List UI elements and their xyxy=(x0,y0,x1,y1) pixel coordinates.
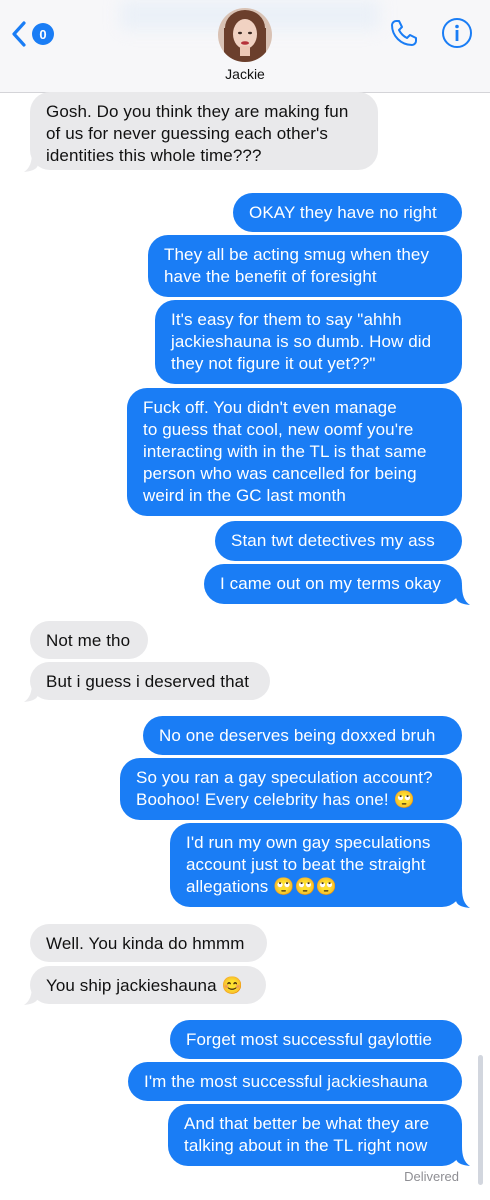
bubble-tail xyxy=(24,152,38,172)
message-bubble-outgoing[interactable]: They all be acting smug when they have t… xyxy=(148,235,462,297)
message-bubble-outgoing[interactable]: I'm the most successful jackieshauna xyxy=(128,1062,462,1101)
message-bubble-incoming[interactable]: You ship jackieshauna 😊 xyxy=(30,966,266,1004)
info-button[interactable] xyxy=(440,16,474,50)
bubble-tail xyxy=(456,1146,470,1166)
scrollbar[interactable] xyxy=(478,1055,483,1185)
message-bubble-incoming[interactable]: Well. You kinda do hmmm xyxy=(30,924,267,962)
bubble-tail xyxy=(456,585,470,605)
message-bubble-outgoing[interactable]: Fuck off. You didn't even manage to gues… xyxy=(127,388,462,516)
message-bubble-incoming[interactable]: Not me tho xyxy=(30,621,148,659)
message-bubble-outgoing[interactable]: Stan twt detectives my ass xyxy=(215,521,462,561)
message-bubble-outgoing[interactable]: So you ran a gay speculation account? Bo… xyxy=(120,758,462,820)
conversation-header: 0 Jackie xyxy=(0,0,490,93)
message-bubble-outgoing[interactable]: OKAY they have no right xyxy=(233,193,462,232)
message-bubble-outgoing[interactable]: I'd run my own gay speculations account … xyxy=(170,823,462,907)
contact-name[interactable]: Jackie xyxy=(0,66,490,82)
message-bubble-outgoing[interactable]: I came out on my terms okay xyxy=(204,564,462,604)
message-bubble-outgoing[interactable]: No one deserves being doxxed bruh xyxy=(143,716,462,755)
bubble-tail xyxy=(456,888,470,908)
message-bubble-outgoing[interactable]: Forget most successful gaylottie xyxy=(170,1020,462,1059)
message-bubble-outgoing[interactable]: And that better be what they are talking… xyxy=(168,1104,462,1166)
info-icon xyxy=(442,18,472,48)
phone-icon xyxy=(391,20,417,46)
message-bubble-incoming[interactable]: But i guess i deserved that xyxy=(30,662,270,700)
bubble-tail xyxy=(24,682,38,702)
unread-badge: 0 xyxy=(32,23,54,45)
bubble-tail xyxy=(24,985,38,1005)
message-bubble-incoming[interactable]: Gosh. Do you think they are making fun o… xyxy=(30,92,378,170)
back-button[interactable]: 0 xyxy=(10,18,62,50)
message-bubble-outgoing[interactable]: It's easy for them to say "ahhh jackiesh… xyxy=(155,300,462,384)
avatar-image xyxy=(218,8,272,62)
chevron-left-icon xyxy=(12,21,26,47)
delivered-status: Delivered xyxy=(404,1169,459,1184)
phone-button[interactable] xyxy=(387,16,421,50)
avatar[interactable] xyxy=(218,8,272,62)
